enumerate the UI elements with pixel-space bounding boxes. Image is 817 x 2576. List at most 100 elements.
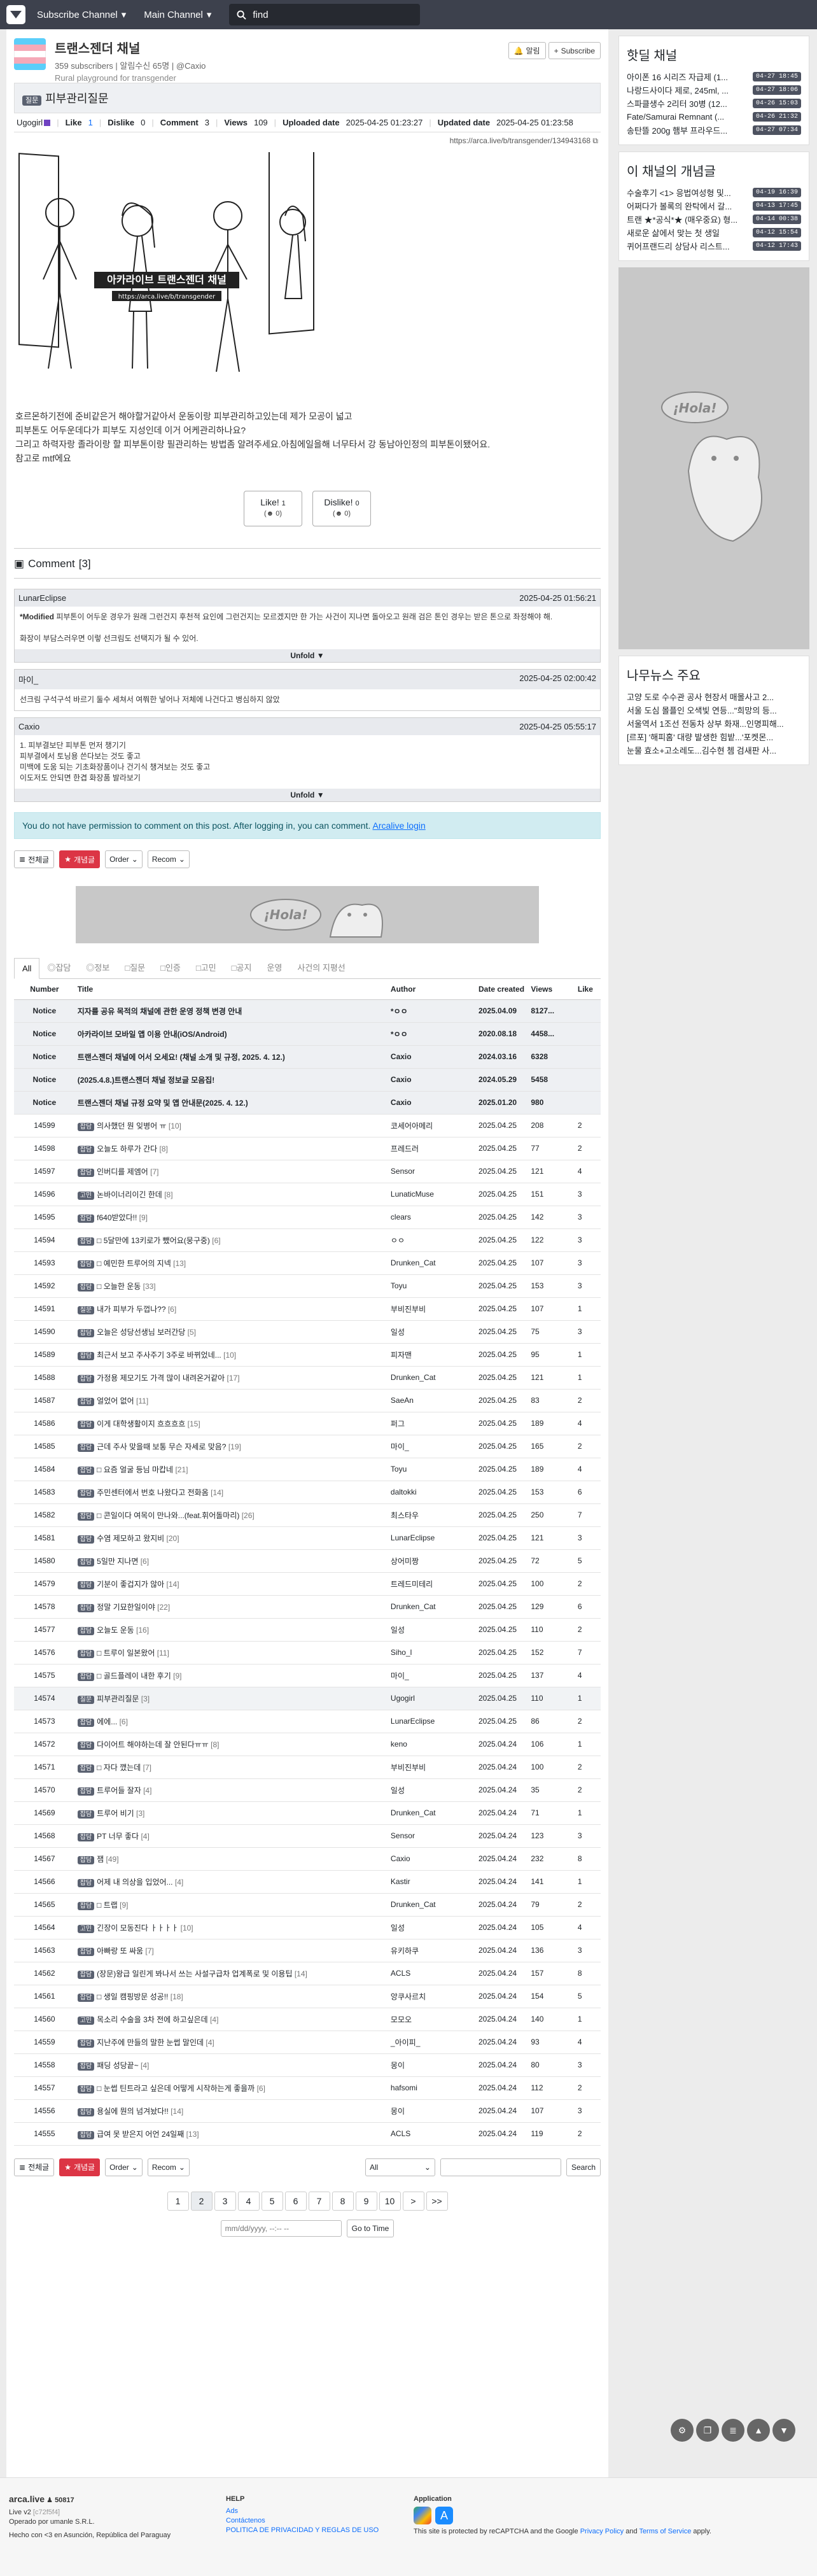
page-button[interactable]: 3 [214, 2191, 236, 2211]
table-row[interactable]: 14558 잡담 패딩 성당끝~ [4] 몽이 2025.04.24 80 3 [14, 2053, 601, 2077]
row-author[interactable]: Drunken_Cat [388, 1893, 476, 1917]
channel-name[interactable]: 트랜스젠더 채널 [55, 38, 508, 57]
privacy-rules-link[interactable]: POLITICA DE PRIVACIDAD Y REGLAS DE USO [226, 2526, 417, 2535]
unfold-button[interactable]: Unfold ▼ [15, 789, 600, 801]
subscribe-channel-menu[interactable]: Subscribe Channel ▾ [37, 9, 126, 21]
row-title[interactable]: 잡담 주민센터에서 번호 나왔다고 전화옴 [14] [74, 1481, 388, 1504]
row-title[interactable]: 지자를 공유 목적의 채널에 관한 운영 정책 변경 안내 [74, 999, 388, 1023]
row-title-text[interactable]: 에에... [97, 1717, 117, 1726]
row-title[interactable]: 잡담 지난주에 만들의 말한 눈썹 말인데 [4] [74, 2031, 388, 2054]
table-row[interactable]: 14557 잡담 □ 눈썹 틴트라고 싶은데 어떻게 시작하는게 좋을까 [6] ha… [14, 2076, 601, 2100]
row-title[interactable]: 고민 논바이너리이긴 한데 [8] [74, 1183, 388, 1206]
sidebar-item-title[interactable]: 아이폰 16 시리즈 자급제 (1... [627, 71, 748, 83]
best-posts-button[interactable]: ★ 개념글 [59, 850, 101, 868]
notify-button[interactable]: 🔔 알림 [508, 42, 546, 59]
row-title[interactable]: 잡담 용실에 뭔의 넘겨놨다!! [14] [74, 2099, 388, 2123]
row-title-text[interactable]: 어제 내 의상을 입었어... [97, 1878, 172, 1887]
row-author[interactable]: 일성 [388, 1320, 476, 1344]
row-author[interactable]: hafsomi [388, 2076, 476, 2100]
all-posts-button[interactable]: ≣ 전체글 [14, 2158, 55, 2176]
tab-question[interactable]: □질문 [117, 956, 153, 978]
row-author[interactable]: Drunken_Cat [388, 1595, 476, 1619]
row-title[interactable]: 잡담 최근서 보고 주사주기 3주로 바뀌었네... [10] [74, 1343, 388, 1367]
row-author[interactable]: ACLS [388, 1962, 476, 1985]
row-title[interactable]: 고민 목소리 수술을 3차 전에 하고싶은데 [4] [74, 2008, 388, 2031]
post-image[interactable]: 아카라이브 트랜스젠더 채널 https://arca.live/b/trans… [18, 132, 317, 388]
row-title[interactable]: 잡담 이게 대학생활이지 흐흐흐흐 [15] [74, 1412, 388, 1435]
hotdeal-title[interactable]: 핫딜 채널 [619, 36, 809, 70]
like-button[interactable]: Like! 1 (☻ 0) [244, 491, 302, 526]
table-row[interactable]: 14593 잡담 □ 예민한 트루어의 지넥 [13] Drunken_Cat 2025… [14, 1251, 601, 1275]
row-author[interactable]: 피자맨 [388, 1343, 476, 1367]
row-author[interactable]: clears [388, 1206, 476, 1229]
row-author[interactable]: 퍼그 [388, 1412, 476, 1435]
search-input[interactable] [253, 9, 406, 20]
row-title[interactable]: 잡담 잼 [49] [74, 1847, 388, 1871]
table-row[interactable]: 14556 잡담 용실에 뭔의 넘겨놨다!! [14] 몽이 2025.04.24 107… [14, 2099, 601, 2123]
sidebar-item-title[interactable]: 퀴어프랜드리 상담사 리스트... [627, 240, 748, 252]
row-author[interactable]: 부비진부비 [388, 1297, 476, 1321]
table-row[interactable]: 14587 잡담 얼었어 없어 [11] SaeAn 2025.04.25 83 2 [14, 1389, 601, 1412]
row-title[interactable]: 잡담 근데 주사 맞을때 보통 무슨 자세로 맞음? [19] [74, 1435, 388, 1458]
row-author[interactable]: Caxio [388, 1068, 476, 1092]
table-row[interactable]: 14565 잡담 □ 트랩 [9] Drunken_Cat 2025.04.24 79 2 [14, 1893, 601, 1917]
search-box[interactable] [229, 4, 421, 25]
row-title[interactable]: 질문 내가 피부가 두껍나?? [6] [74, 1297, 388, 1321]
row-author[interactable]: SaeAn [388, 1389, 476, 1412]
row-title-text[interactable]: 얼었어 없어 [97, 1397, 134, 1405]
row-author[interactable]: 몽이 [388, 2099, 476, 2123]
row-title-text[interactable]: □ 트루이 일본왔어 [97, 1649, 155, 1658]
row-title-text[interactable]: f640받았다!! [97, 1213, 137, 1222]
row-title[interactable]: 잡담 □ 생일 캠핑방문 성공!! [18] [74, 1985, 388, 2008]
notice-row[interactable]: Notice 지자를 공유 목적의 채널에 관한 운영 정책 변경 안내 *ㅇㅇ 20… [14, 999, 601, 1023]
tab-event-horizon[interactable]: 사건의 지평선 [290, 956, 353, 978]
table-row[interactable]: 14589 잡담 최근서 보고 주사주기 3주로 바뀌었네... [10] 피자맨 20… [14, 1343, 601, 1367]
row-title-text[interactable]: 패딩 성당끝~ [97, 2061, 139, 2070]
row-title-text[interactable]: 트루어들 잘자 [97, 1786, 141, 1795]
copy-fab-icon[interactable]: ❐ [696, 2419, 719, 2442]
terms-link[interactable]: Terms of Service [639, 2528, 691, 2535]
news-item[interactable]: 서울 도심 몰플인 오색빛 연등..."희망의 등... [627, 703, 801, 717]
row-title-text[interactable]: □ 요즘 얼굴 등님 마캅네 [97, 1465, 173, 1474]
tab-chat[interactable]: ◎잡담 [39, 956, 78, 978]
row-author[interactable]: *ㅇㅇ [388, 999, 476, 1023]
row-title[interactable]: 트랜스젠더 채널에 어서 오세요! (채널 소개 및 규정, 2025. 4. … [74, 1045, 388, 1069]
table-row[interactable]: 14586 잡담 이게 대학생활이지 흐흐흐흐 [15] 퍼그 2025.04.25 18… [14, 1412, 601, 1435]
table-row[interactable]: 14583 잡담 주민센터에서 번호 나왔다고 전화옴 [14] daltokki 20… [14, 1481, 601, 1504]
sidebar-item[interactable]: 스파클생수 2리터 30병 (12... 04-26 15:03 [627, 97, 801, 110]
copy-icon[interactable]: ⧉ [592, 136, 598, 145]
row-title-text[interactable]: 논바이너리이긴 한데 [97, 1190, 162, 1199]
row-title-text[interactable]: 용실에 뭔의 넘겨놨다!! [97, 2107, 169, 2116]
row-author[interactable]: _아이피_ [388, 2031, 476, 2054]
row-author[interactable]: 모모오 [388, 2008, 476, 2031]
row-author[interactable]: Caxio [388, 1847, 476, 1871]
sidebar-item[interactable]: 아이폰 16 시리즈 자급제 (1... 04-27 18:45 [627, 70, 801, 83]
row-author[interactable]: daltokki [388, 1481, 476, 1504]
table-row[interactable]: 14599 잡담 의사했던 뭔 잊병어 ㅠ [10] 코세어아메리 2025.04.25… [14, 1114, 601, 1137]
page-button[interactable]: 8 [332, 2191, 354, 2211]
row-title[interactable]: 잡담 □ 눈썹 틴트라고 싶은데 어떻게 시작하는게 좋을까 [6] [74, 2076, 388, 2100]
post-url[interactable]: https://arca.live/b/transgender/13494316… [450, 136, 590, 145]
row-author[interactable]: *ㅇㅇ [388, 1022, 476, 1046]
row-author[interactable]: 일성 [388, 1916, 476, 1939]
row-title-text[interactable]: 피부관리질문 [97, 1694, 139, 1703]
row-title-text[interactable]: 수염 제모하고 왔지비 [97, 1534, 164, 1543]
row-title-text[interactable]: 근데 주사 맞을때 보통 무슨 자세로 맞음? [97, 1442, 226, 1451]
row-title[interactable]: 잡담 □ 골드플레이 내한 후기 [9] [74, 1664, 388, 1687]
row-title-text[interactable]: 기분이 좋겁지가 않아 [97, 1580, 164, 1589]
row-title-text[interactable]: 아빠랑 또 싸움 [97, 1946, 143, 1955]
row-title[interactable]: 잡담 □ 예민한 트루어의 지넥 [13] [74, 1251, 388, 1275]
page-button[interactable]: 6 [284, 2191, 307, 2211]
sidebar-item-title[interactable]: 스파클생수 2리터 30병 (12... [627, 97, 748, 109]
sidebar-item[interactable]: Fate/Samurai Remnant (... 04-26 21:32 [627, 110, 801, 123]
sidebar-item[interactable]: 트랜 ★*공식*★ (매우중요) 형... 04-14 00:38 [627, 213, 801, 226]
tab-all[interactable]: All [14, 958, 40, 979]
row-author[interactable]: Sensor [388, 1824, 476, 1848]
sidebar-item[interactable]: 새로운 삶에서 맞는 첫 생일 04-12 15:54 [627, 226, 801, 239]
table-row[interactable]: 14590 잡담 오늘은 성당선생님 보러간당 [5] 일성 2025.04.25 75 3 [14, 1320, 601, 1344]
row-title-text[interactable]: 주민센터에서 번호 나왔다고 전화옴 [97, 1488, 209, 1497]
table-row[interactable]: 14588 잡담 가정용 제모기도 가격 많이 내려온거같아 [17] Drunken… [14, 1366, 601, 1390]
tab-admin[interactable]: 운영 [259, 956, 290, 978]
row-title[interactable]: 잡담 □ 요즘 얼굴 등님 마캅네 [21] [74, 1458, 388, 1481]
row-author[interactable]: 프레드러 [388, 1137, 476, 1160]
